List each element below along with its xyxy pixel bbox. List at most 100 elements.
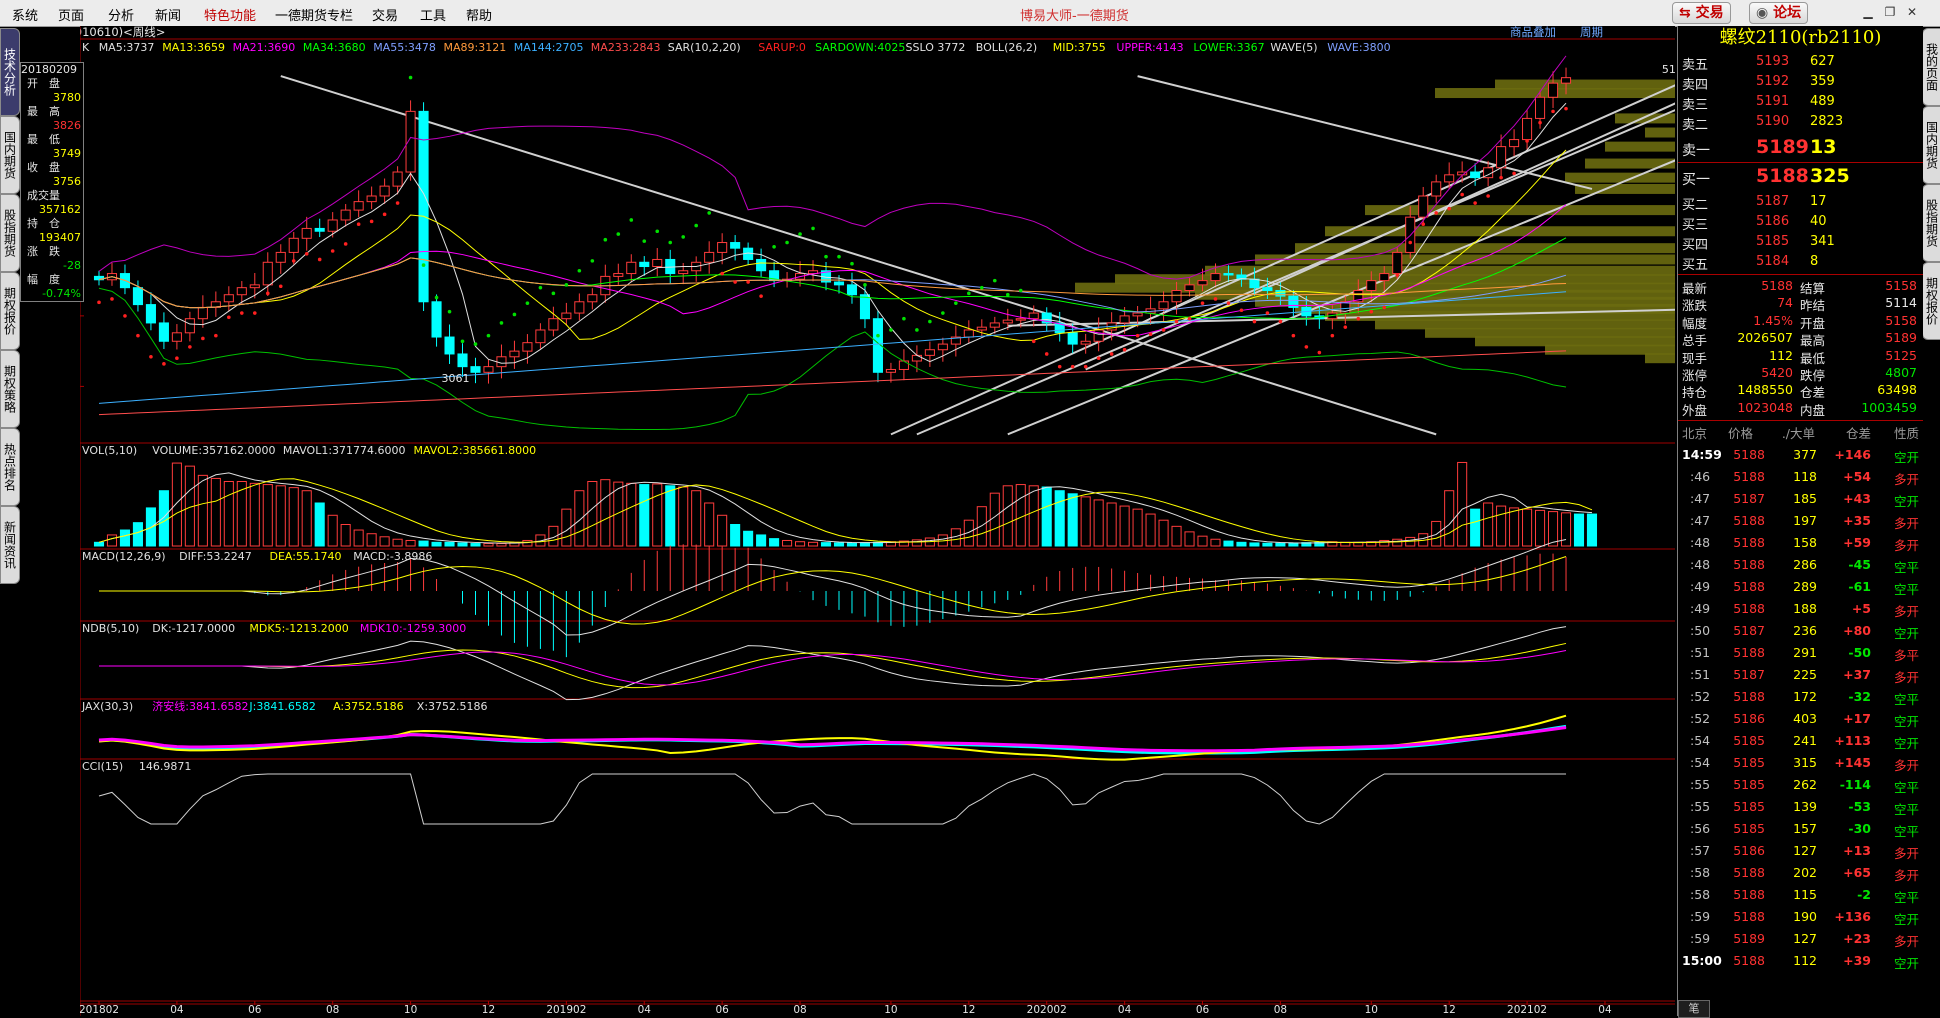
volume-bar — [431, 541, 442, 547]
info-label: 收 盘 — [27, 161, 60, 174]
candle-body — [327, 219, 338, 232]
menu-special[interactable]: 特色功能 — [204, 5, 256, 24]
menu-analysis[interactable]: 分析 — [108, 5, 134, 24]
sar-dot — [1083, 364, 1088, 369]
left-tab-option-quotes[interactable]: 期权报价 — [0, 272, 20, 350]
bid-label: 买五 — [1682, 258, 1709, 273]
tick-oi-change: -45 — [1848, 557, 1871, 572]
bid-volume: 17 — [1810, 194, 1827, 209]
right-tab-my-page[interactable]: 我的页面 — [1922, 28, 1940, 106]
vol-header-label: VOLUME:357162.0000 — [152, 444, 275, 457]
quote-label: 最高 — [1800, 333, 1826, 349]
bid-row[interactable]: 买五 5184 8 — [1678, 252, 1923, 273]
right-tab-index-futures[interactable]: 股指期货 — [1922, 184, 1940, 262]
sar-dot — [330, 249, 335, 253]
menu-trade[interactable]: 交易 — [372, 5, 398, 24]
volume-bar — [626, 482, 637, 547]
tick-nature: 空平 — [1893, 780, 1919, 795]
right-tab-domestic-futures[interactable]: 国内期货 — [1922, 106, 1940, 184]
ask-price: 5193 — [1756, 54, 1790, 69]
bid-row[interactable]: 买一 5188 325 — [1678, 162, 1923, 191]
volume-bar — [574, 490, 585, 547]
jax-header-label: JAX(30,3) — [81, 700, 133, 713]
left-tab-news[interactable]: 新闻资讯 — [0, 506, 20, 584]
candle-body — [171, 332, 182, 342]
chart-canvas[interactable]: 螺纹2110(010610)<周线> 商品叠加 周期 K MA5:3737 MA13:36… — [80, 26, 1675, 1016]
tick-volume: 127 — [1793, 843, 1817, 858]
menu-page[interactable]: 页面 — [58, 5, 84, 24]
volume-bar — [1522, 508, 1533, 547]
bid-row[interactable]: 买四 5185 341 — [1678, 232, 1923, 253]
tick-volume: 112 — [1793, 953, 1817, 968]
bid-row[interactable]: 买二 5187 17 — [1678, 192, 1923, 213]
info-value: 3749 — [53, 147, 81, 160]
macd-header-label: MACD:-3.8986 — [353, 550, 432, 563]
menu-system[interactable]: 系统 — [12, 5, 38, 24]
volume-bar — [1093, 499, 1104, 547]
ask-price: 5190 — [1756, 114, 1790, 129]
ask-volume: 489 — [1810, 94, 1835, 109]
bid-row[interactable]: 买三 5186 40 — [1678, 212, 1923, 233]
left-tab-index-futures[interactable]: 股指期货 — [0, 194, 20, 272]
tick-nature: 空开 — [1893, 736, 1919, 751]
quote-panel: 螺纹2110(rb2110) 卖五 5193 627 卖四 5192 359 卖三 5191 4… — [1677, 26, 1923, 1018]
ask-row[interactable]: 卖四 5192 359 — [1678, 72, 1923, 93]
menu-column[interactable]: 一德期货专栏 — [275, 5, 353, 24]
menu-news[interactable]: 新闻 — [155, 5, 181, 24]
volume-bar — [1015, 484, 1026, 547]
menu-bar: 系统 页面 分析 新闻 特色功能 一德期货专栏 交易 工具 帮助 博易大师-一德… — [0, 0, 1940, 27]
forum-button[interactable]: ◉ 论坛 — [1749, 2, 1809, 24]
jax-header-label: X:3752.5186 — [417, 700, 488, 713]
right-tab-option-quotes[interactable]: 期权报价 — [1922, 262, 1940, 340]
ask-row[interactable]: 卖五 5193 627 — [1678, 52, 1923, 73]
candle-body — [262, 261, 273, 286]
tick-time: :48 — [1690, 557, 1711, 572]
tick-time: :54 — [1690, 733, 1711, 748]
volume-bar — [652, 483, 663, 547]
x-tick-label: 08 — [1274, 1004, 1287, 1016]
tick-nature: 空开 — [1893, 912, 1919, 927]
tick-row: :48 5188 286 -45 空平 — [1678, 554, 1923, 576]
ask-row[interactable]: 卖二 5190 2823 — [1678, 112, 1923, 133]
volume-bar — [600, 479, 611, 547]
bid-price: 5188 — [1756, 165, 1809, 187]
kline-chart[interactable]: 螺纹2110(010610)<周线> 商品叠加 周期 K MA5:3737 MA13:36… — [80, 26, 1675, 1016]
menu-tools[interactable]: 工具 — [420, 5, 446, 24]
volume-bar — [340, 524, 351, 547]
candle-body — [145, 304, 156, 324]
close-icon[interactable]: ✕ — [1902, 3, 1922, 21]
quote-label: 幅度 — [1682, 315, 1708, 331]
candle-body — [639, 261, 650, 268]
left-tab-option-strategy[interactable]: 期权策略 — [0, 350, 20, 428]
candle-body — [457, 353, 468, 368]
ask-row[interactable]: 卖一 5189 13 — [1678, 136, 1923, 162]
ask-row[interactable]: 卖三 5191 489 — [1678, 92, 1923, 113]
tick-price: 5188 — [1733, 887, 1765, 902]
sar-dot — [876, 333, 880, 338]
restore-icon[interactable]: ❐ — [1880, 3, 1900, 21]
left-tab-technical[interactable]: 技术分析 — [0, 28, 20, 116]
sar-dot — [1460, 192, 1464, 197]
quote-label: 现手 — [1682, 350, 1708, 366]
sar-dot — [928, 319, 932, 324]
tick-oi-change: -50 — [1848, 645, 1871, 660]
tick-price: 5189 — [1733, 931, 1765, 946]
menu-help[interactable]: 帮助 — [466, 5, 492, 24]
volume-bar — [1223, 540, 1234, 547]
volume-bar — [93, 541, 105, 547]
tick-row: :48 5188 158 +59 多开 — [1678, 532, 1923, 554]
minimize-icon[interactable]: ▁ — [1858, 3, 1878, 21]
overlay-link: 商品叠加 — [1510, 26, 1556, 39]
info-label: 涨 跌 — [27, 245, 60, 258]
volume-bar — [392, 538, 403, 547]
sar-dot — [564, 283, 569, 287]
sar-dot — [162, 362, 166, 366]
sar-dot — [1174, 319, 1179, 324]
left-tab-domestic-futures[interactable]: 国内期货 — [0, 116, 20, 194]
trade-button[interactable]: ⇆ 交易 — [1672, 2, 1731, 24]
indicator-label: MA21:3690 — [233, 41, 296, 54]
candle-body — [587, 294, 598, 303]
left-tab-hot-rank[interactable]: 热点排名 — [0, 428, 20, 506]
macd-dea-line — [99, 556, 1567, 625]
tick-footer-tab[interactable]: 笔 — [1678, 1000, 1710, 1018]
